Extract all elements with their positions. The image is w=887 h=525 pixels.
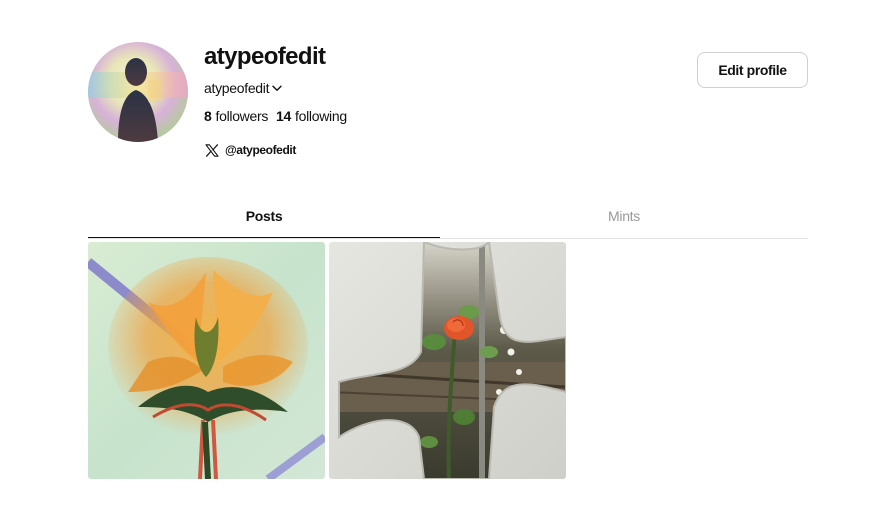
following-label: following — [295, 108, 347, 124]
following-link[interactable]: 14 following — [276, 108, 347, 124]
followers-link[interactable]: 8 followers — [204, 108, 268, 124]
tab-mints[interactable]: Mints — [440, 200, 808, 238]
edit-profile-button[interactable]: Edit profile — [697, 52, 808, 88]
profile-stats: 8 followers 14 following — [204, 107, 347, 125]
profile-tabs: Posts Mints — [88, 200, 808, 239]
chevron-down-icon — [272, 85, 282, 92]
post-rose[interactable] — [329, 242, 566, 479]
sunflower-image — [88, 242, 325, 479]
profile-username: atypeofedit — [204, 80, 270, 96]
followers-label: followers — [215, 108, 269, 124]
x-logo-icon — [205, 143, 219, 157]
following-count: 14 — [276, 108, 292, 124]
tab-posts[interactable]: Posts — [88, 200, 440, 238]
username-dropdown[interactable]: atypeofedit — [204, 79, 282, 97]
profile-avatar[interactable] — [88, 42, 188, 142]
x-social-link[interactable]: @atypeofedit — [204, 141, 296, 159]
posts-grid — [88, 242, 566, 479]
rose-through-cross-image — [329, 242, 566, 479]
social-handle: @atypeofedit — [225, 143, 296, 157]
post-sunflower[interactable] — [88, 242, 325, 479]
avatar-image — [88, 42, 188, 142]
profile-display-name: atypeofedit — [204, 43, 326, 70]
followers-count: 8 — [204, 108, 212, 124]
